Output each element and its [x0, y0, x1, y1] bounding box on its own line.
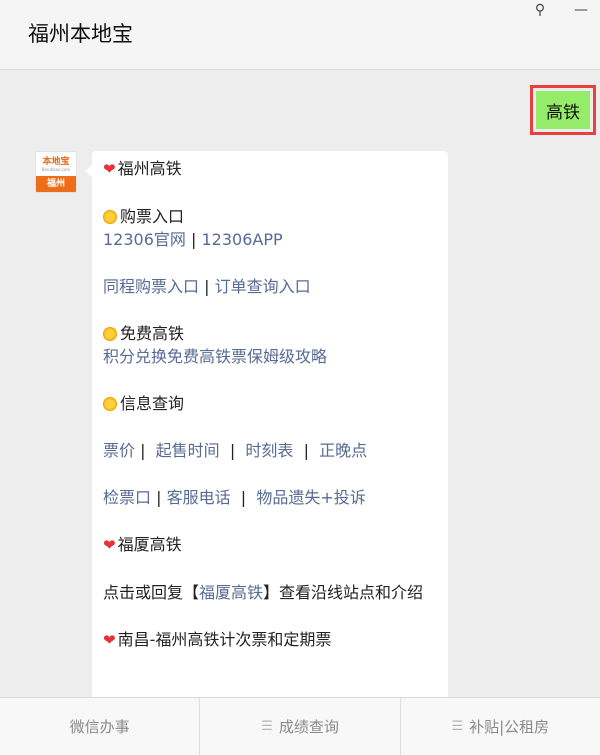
account-avatar[interactable]: 本地宝 Bendibao.com 福州 — [35, 151, 77, 193]
separator: | — [191, 230, 197, 249]
sun-icon — [103, 397, 117, 411]
separator: | — [204, 277, 210, 296]
pin-icon[interactable]: ⚲ — [529, 2, 551, 18]
reply-title: ❤ 福州高铁 — [103, 157, 438, 181]
fuxia-heading: ❤ 福厦高铁 — [103, 533, 438, 557]
menu-item-label: 成绩查询 — [278, 718, 339, 736]
menu-wechat-services[interactable]: 微信办事 — [0, 698, 199, 755]
info-heading: 信息查询 — [103, 392, 438, 415]
bottom-menu: 微信办事 ☰ 成绩查询 ☰ 补贴|公租房 — [0, 697, 600, 755]
heart-icon: ❤ — [103, 160, 116, 178]
menu-lines-icon: ☰ — [261, 719, 273, 734]
separator: | — [156, 488, 162, 507]
fuxia-text-after: 】查看沿线站点和介绍 — [263, 583, 424, 602]
free-heading-text: 免费高铁 — [120, 324, 185, 343]
avatar-city: 福州 — [36, 176, 76, 192]
menu-score-query[interactable]: ☰ 成绩查询 — [199, 698, 399, 755]
link-check-in-gate[interactable]: 检票口 — [103, 488, 151, 507]
avatar-logo-sub: Bendibao.com — [41, 166, 71, 172]
link-free-ticket-guide[interactable]: 积分兑换免费高铁票保姆级攻略 — [103, 347, 327, 366]
heart-icon: ❤ — [103, 631, 116, 649]
nanchang-heading: ❤ 南昌-福州高铁计次票和定期票 — [103, 628, 438, 652]
link-order-query[interactable]: 订单查询入口 — [215, 277, 311, 296]
menu-subsidy-housing[interactable]: ☰ 补贴|公租房 — [399, 698, 600, 755]
menu-item-label: 补贴|公租房 — [469, 718, 550, 736]
link-sale-time[interactable]: 起售时间 — [156, 441, 220, 460]
link-on-time-status[interactable]: 正晚点 — [319, 441, 367, 460]
free-heading: 免费高铁 — [103, 322, 438, 345]
link-fuxia-keyword[interactable]: 福厦高铁 — [199, 583, 263, 602]
buy-heading: 购票入口 — [103, 205, 438, 228]
separator: | — [240, 488, 247, 507]
nanchang-heading-text: 南昌-福州高铁计次票和定期票 — [117, 630, 332, 649]
link-customer-service[interactable]: 客服电话 — [167, 488, 231, 507]
menu-lines-icon: ☰ — [451, 719, 464, 734]
sun-icon — [103, 210, 117, 224]
info-links-row-1: 票价 | 起售时间 | 时刻表 | 正晚点 — [103, 439, 438, 462]
info-heading-text: 信息查询 — [120, 394, 185, 413]
link-lost-items-complaint[interactable]: 物品遗失+投诉 — [256, 488, 365, 507]
title-bar: 福州本地宝 ⚲ — — [0, 0, 600, 70]
link-ticket-price[interactable]: 票价 — [103, 441, 135, 460]
fuxia-heading-text: 福厦高铁 — [117, 535, 182, 554]
link-tongcheng-buy[interactable]: 同程购票入口 — [103, 277, 199, 296]
user-message-bubble[interactable]: 高铁 — [536, 91, 590, 129]
message-area[interactable]: 高铁 本地宝 Bendibao.com 福州 ❤ 福州高铁 购票入口 12306官… — [0, 71, 600, 697]
reply-message-bubble: ❤ 福州高铁 购票入口 12306官网 | 12306APP 同程购票入口 | 订… — [85, 151, 448, 697]
heart-icon: ❤ — [103, 536, 116, 554]
sun-icon — [103, 327, 117, 341]
avatar-logo-text: 本地宝 — [42, 156, 70, 167]
separator: | — [140, 441, 146, 460]
buy-links-row-2: 同程购票入口 | 订单查询入口 — [103, 275, 438, 298]
highlighted-user-message: 高铁 — [530, 85, 596, 135]
avatar-logo: 本地宝 Bendibao.com — [36, 152, 76, 176]
free-links-row: 积分兑换免费高铁票保姆级攻略 — [103, 345, 438, 368]
separator: | — [303, 441, 309, 460]
link-12306-website[interactable]: 12306官网 — [103, 230, 186, 249]
buy-heading-text: 购票入口 — [120, 207, 185, 226]
separator: | — [229, 441, 236, 460]
reply-title-text: 福州高铁 — [117, 159, 182, 178]
link-timetable[interactable]: 时刻表 — [245, 441, 293, 460]
chat-window: 福州本地宝 ⚲ — 高铁 本地宝 Bendibao.com 福州 ❤ 福州高铁 购… — [0, 0, 600, 755]
fuxia-text-before: 点击或回复【 — [103, 583, 200, 602]
minimize-icon[interactable]: — — [570, 2, 592, 18]
chat-title: 福州本地宝 — [28, 22, 133, 46]
menu-item-label: 微信办事 — [69, 718, 130, 736]
buy-links-row-1: 12306官网 | 12306APP — [103, 228, 438, 251]
info-links-row-2: 检票口 | 客服电话 | 物品遗失+投诉 — [103, 486, 438, 509]
fuxia-instruction: 点击或回复【福厦高铁】查看沿线站点和介绍 — [103, 581, 438, 604]
link-12306-app[interactable]: 12306APP — [201, 230, 282, 249]
